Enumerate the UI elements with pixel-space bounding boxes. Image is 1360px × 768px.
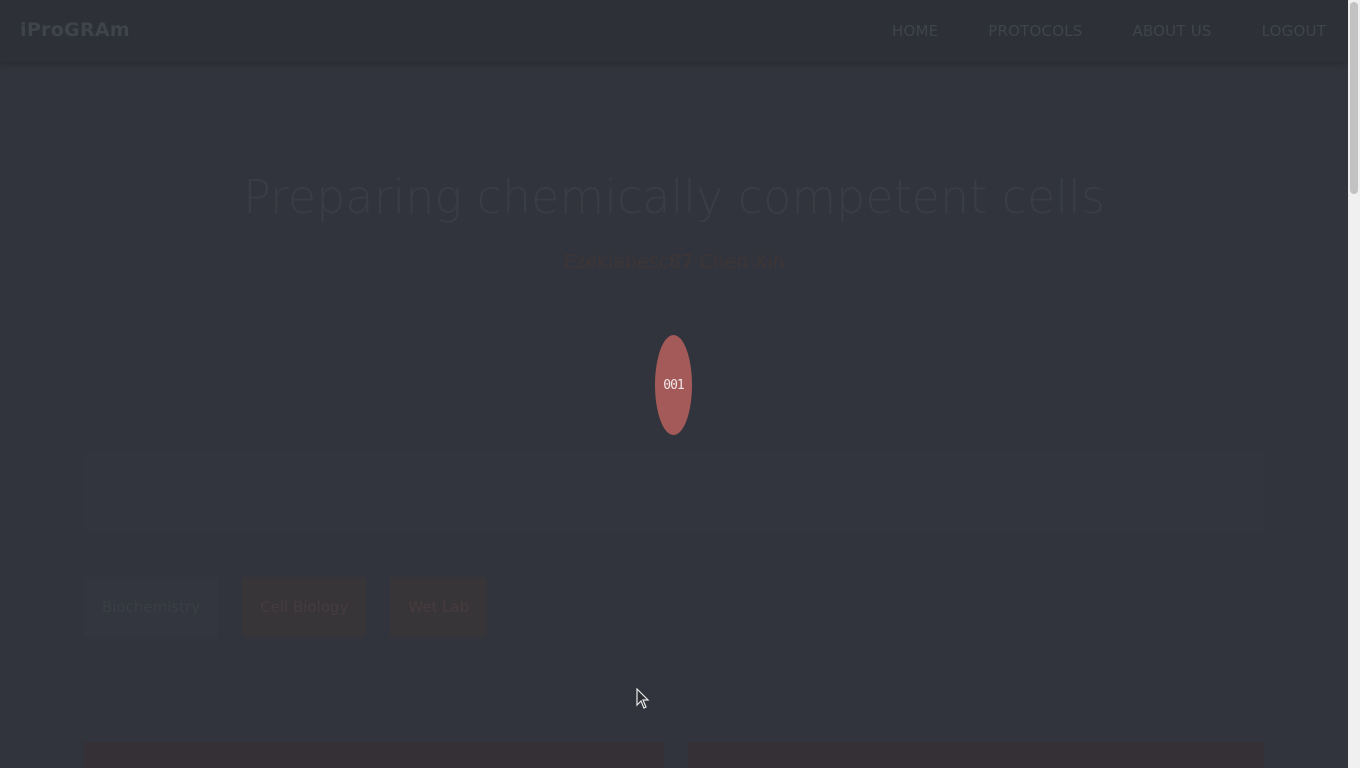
tag-cell-biology[interactable]: Cell Biology (242, 577, 367, 637)
nav-link-protocols[interactable]: PROTOCOLS (988, 22, 1082, 40)
brand-logo[interactable]: iProGRAm (20, 19, 130, 41)
bottom-card-right (688, 742, 1264, 768)
mouse-pointer-icon (636, 688, 650, 709)
tag-biochemistry[interactable]: Biochemistry (84, 577, 219, 637)
bottom-card-left (84, 742, 664, 768)
page-subtitle: Ezekiabesc87 Chen Xin (563, 251, 785, 273)
loading-spinner: 001 (655, 335, 692, 435)
page-title: Preparing chemically competent cells (243, 170, 1105, 224)
loading-spinner-text: 001 (663, 377, 685, 393)
tag-wet-lab[interactable]: Wet Lab (390, 577, 488, 637)
vertical-scrollbar[interactable] (1348, 0, 1360, 768)
description-box (84, 452, 1264, 534)
navbar: iProGRAm HOME PROTOCOLS ABOUT US LOGOUT (0, 0, 1348, 62)
scrollbar-thumb[interactable] (1350, 2, 1358, 194)
nav-link-home[interactable]: HOME (892, 22, 938, 40)
tag-list: Biochemistry Cell Biology Wet Lab (84, 577, 511, 637)
section-heading-placeholder (84, 396, 274, 422)
nav-link-logout[interactable]: LOGOUT (1262, 22, 1326, 40)
page: iProGRAm HOME PROTOCOLS ABOUT US LOGOUT … (0, 0, 1348, 768)
nav-links: HOME PROTOCOLS ABOUT US LOGOUT (892, 0, 1348, 62)
nav-link-about-us[interactable]: ABOUT US (1132, 22, 1211, 40)
